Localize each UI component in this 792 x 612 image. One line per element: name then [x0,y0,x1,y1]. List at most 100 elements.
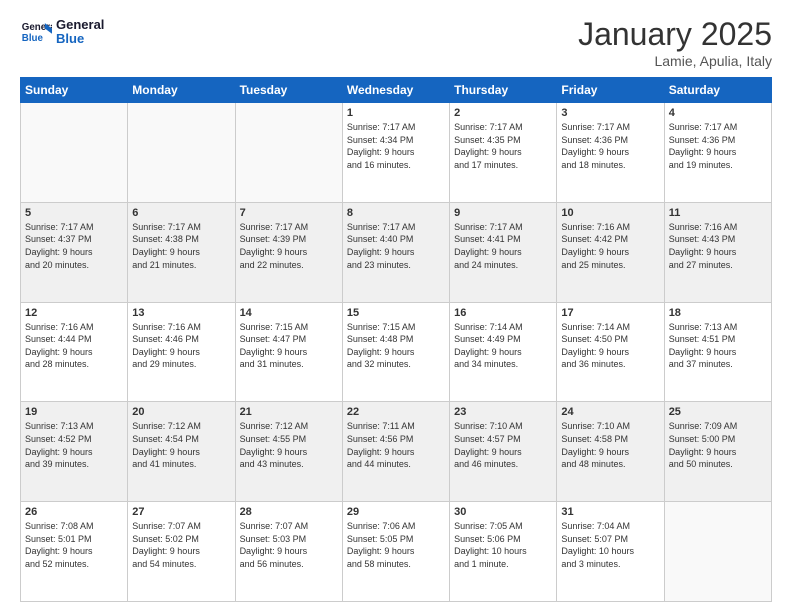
day-info: Sunrise: 7:17 AM Sunset: 4:38 PM Dayligh… [132,221,230,271]
day-number: 15 [347,307,445,319]
weekday-header: Sunday [21,78,128,103]
day-number: 14 [240,307,338,319]
calendar-cell: 4Sunrise: 7:17 AM Sunset: 4:36 PM Daylig… [664,103,771,203]
svg-text:Blue: Blue [22,33,44,44]
day-info: Sunrise: 7:17 AM Sunset: 4:40 PM Dayligh… [347,221,445,271]
weekday-header: Saturday [664,78,771,103]
day-info: Sunrise: 7:13 AM Sunset: 4:52 PM Dayligh… [25,420,123,470]
calendar-week-row: 19 Sunrise: 7:13 AM Sunset: 4:52 PM Dayli… [21,402,772,502]
calendar-cell: 23 Sunrise: 7:10 AM Sunset: 4:57 PM Dayli… [450,402,557,502]
calendar-cell: 31 Sunrise: 7:04 AM Sunset: 5:07 PM Dayli… [557,502,664,602]
day-info: Sunrise: 7:16 AM Sunset: 4:44 PM Dayligh… [25,321,123,371]
day-info: Sunrise: 7:17 AM Sunset: 4:41 PM Dayligh… [454,221,552,271]
calendar-cell: 3 Sunrise: 7:17 AM Sunset: 4:36 PM Daylig… [557,103,664,203]
day-number: 11 [669,207,767,219]
day-number: 23 [454,406,552,418]
day-info: Sunrise: 7:08 AM Sunset: 5:01 PM Dayligh… [25,520,123,570]
day-number: 19 [25,406,123,418]
day-number: 22 [347,406,445,418]
calendar-cell: 24 Sunrise: 7:10 AM Sunset: 4:58 PM Dayli… [557,402,664,502]
day-number: 24 [561,406,659,418]
day-number: 12 [25,307,123,319]
day-number: 29 [347,506,445,518]
calendar-cell: 21Sunrise: 7:12 AM Sunset: 4:55 PM Dayli… [235,402,342,502]
day-number: 8 [347,207,445,219]
calendar-cell: 11 Sunrise: 7:16 AM Sunset: 4:43 PM Dayli… [664,202,771,302]
day-number: 4 [669,107,767,119]
calendar-cell: 30 Sunrise: 7:05 AM Sunset: 5:06 PM Dayli… [450,502,557,602]
calendar-cell [21,103,128,203]
calendar-cell: 16Sunrise: 7:14 AM Sunset: 4:49 PM Dayli… [450,302,557,402]
weekday-header: Wednesday [342,78,449,103]
day-number: 18 [669,307,767,319]
calendar-week-row: 26 Sunrise: 7:08 AM Sunset: 5:01 PM Dayli… [21,502,772,602]
calendar-cell [664,502,771,602]
weekday-header: Thursday [450,78,557,103]
calendar-cell: 2Sunrise: 7:17 AM Sunset: 4:35 PM Daylig… [450,103,557,203]
calendar-cell: 10 Sunrise: 7:16 AM Sunset: 4:42 PM Dayli… [557,202,664,302]
day-number: 31 [561,506,659,518]
calendar-cell: 12 Sunrise: 7:16 AM Sunset: 4:44 PM Dayli… [21,302,128,402]
calendar-week-row: 12 Sunrise: 7:16 AM Sunset: 4:44 PM Dayli… [21,302,772,402]
day-info: Sunrise: 7:17 AM Sunset: 4:36 PM Dayligh… [561,121,659,171]
calendar-table: SundayMondayTuesdayWednesdayThursdayFrid… [20,77,772,602]
day-number: 9 [454,207,552,219]
location: Lamie, Apulia, Italy [578,53,772,69]
page: General Blue General Blue January 2025 L… [0,0,792,612]
title-block: January 2025 Lamie, Apulia, Italy [578,16,772,69]
weekday-header: Friday [557,78,664,103]
day-info: Sunrise: 7:12 AM Sunset: 4:55 PM Dayligh… [240,420,338,470]
weekday-header: Monday [128,78,235,103]
day-info: Sunrise: 7:15 AM Sunset: 4:47 PM Dayligh… [240,321,338,371]
day-info: Sunrise: 7:14 AM Sunset: 4:49 PM Dayligh… [454,321,552,371]
day-info: Sunrise: 7:10 AM Sunset: 4:57 PM Dayligh… [454,420,552,470]
calendar-cell: 19 Sunrise: 7:13 AM Sunset: 4:52 PM Dayli… [21,402,128,502]
day-info: Sunrise: 7:17 AM Sunset: 4:34 PM Dayligh… [347,121,445,171]
month-title: January 2025 [578,16,772,53]
calendar-cell [128,103,235,203]
logo: General Blue General Blue [20,16,104,48]
day-number: 1 [347,107,445,119]
calendar-cell: 15 Sunrise: 7:15 AM Sunset: 4:48 PM Dayli… [342,302,449,402]
day-number: 17 [561,307,659,319]
day-number: 7 [240,207,338,219]
calendar-cell: 17 Sunrise: 7:14 AM Sunset: 4:50 PM Dayli… [557,302,664,402]
logo-line1: General [56,18,104,32]
calendar-cell: 25 Sunrise: 7:09 AM Sunset: 5:00 PM Dayli… [664,402,771,502]
day-info: Sunrise: 7:13 AM Sunset: 4:51 PM Dayligh… [669,321,767,371]
calendar-week-row: 1 Sunrise: 7:17 AM Sunset: 4:34 PM Daylig… [21,103,772,203]
day-info: Sunrise: 7:15 AM Sunset: 4:48 PM Dayligh… [347,321,445,371]
day-info: Sunrise: 7:16 AM Sunset: 4:42 PM Dayligh… [561,221,659,271]
day-info: Sunrise: 7:06 AM Sunset: 5:05 PM Dayligh… [347,520,445,570]
day-number: 20 [132,406,230,418]
day-info: Sunrise: 7:17 AM Sunset: 4:39 PM Dayligh… [240,221,338,271]
calendar-cell: 6Sunrise: 7:17 AM Sunset: 4:38 PM Daylig… [128,202,235,302]
day-number: 10 [561,207,659,219]
calendar-week-row: 5Sunrise: 7:17 AM Sunset: 4:37 PM Daylig… [21,202,772,302]
day-number: 26 [25,506,123,518]
day-info: Sunrise: 7:17 AM Sunset: 4:35 PM Dayligh… [454,121,552,171]
logo-wordmark: General Blue [56,18,104,47]
calendar-cell: 26 Sunrise: 7:08 AM Sunset: 5:01 PM Dayli… [21,502,128,602]
day-info: Sunrise: 7:05 AM Sunset: 5:06 PM Dayligh… [454,520,552,570]
day-info: Sunrise: 7:16 AM Sunset: 4:43 PM Dayligh… [669,221,767,271]
header: General Blue General Blue January 2025 L… [20,16,772,69]
day-info: Sunrise: 7:14 AM Sunset: 4:50 PM Dayligh… [561,321,659,371]
logo-line2: Blue [56,32,104,46]
calendar-cell: 18 Sunrise: 7:13 AM Sunset: 4:51 PM Dayli… [664,302,771,402]
weekday-header-row: SundayMondayTuesdayWednesdayThursdayFrid… [21,78,772,103]
day-info: Sunrise: 7:04 AM Sunset: 5:07 PM Dayligh… [561,520,659,570]
day-info: Sunrise: 7:10 AM Sunset: 4:58 PM Dayligh… [561,420,659,470]
calendar-cell: 27Sunrise: 7:07 AM Sunset: 5:02 PM Dayli… [128,502,235,602]
day-number: 25 [669,406,767,418]
day-info: Sunrise: 7:09 AM Sunset: 5:00 PM Dayligh… [669,420,767,470]
calendar-cell: 13Sunrise: 7:16 AM Sunset: 4:46 PM Dayli… [128,302,235,402]
calendar-cell: 28Sunrise: 7:07 AM Sunset: 5:03 PM Dayli… [235,502,342,602]
calendar-cell: 29 Sunrise: 7:06 AM Sunset: 5:05 PM Dayli… [342,502,449,602]
day-number: 3 [561,107,659,119]
day-info: Sunrise: 7:07 AM Sunset: 5:03 PM Dayligh… [240,520,338,570]
calendar-cell [235,103,342,203]
day-info: Sunrise: 7:17 AM Sunset: 4:37 PM Dayligh… [25,221,123,271]
day-number: 30 [454,506,552,518]
day-info: Sunrise: 7:11 AM Sunset: 4:56 PM Dayligh… [347,420,445,470]
